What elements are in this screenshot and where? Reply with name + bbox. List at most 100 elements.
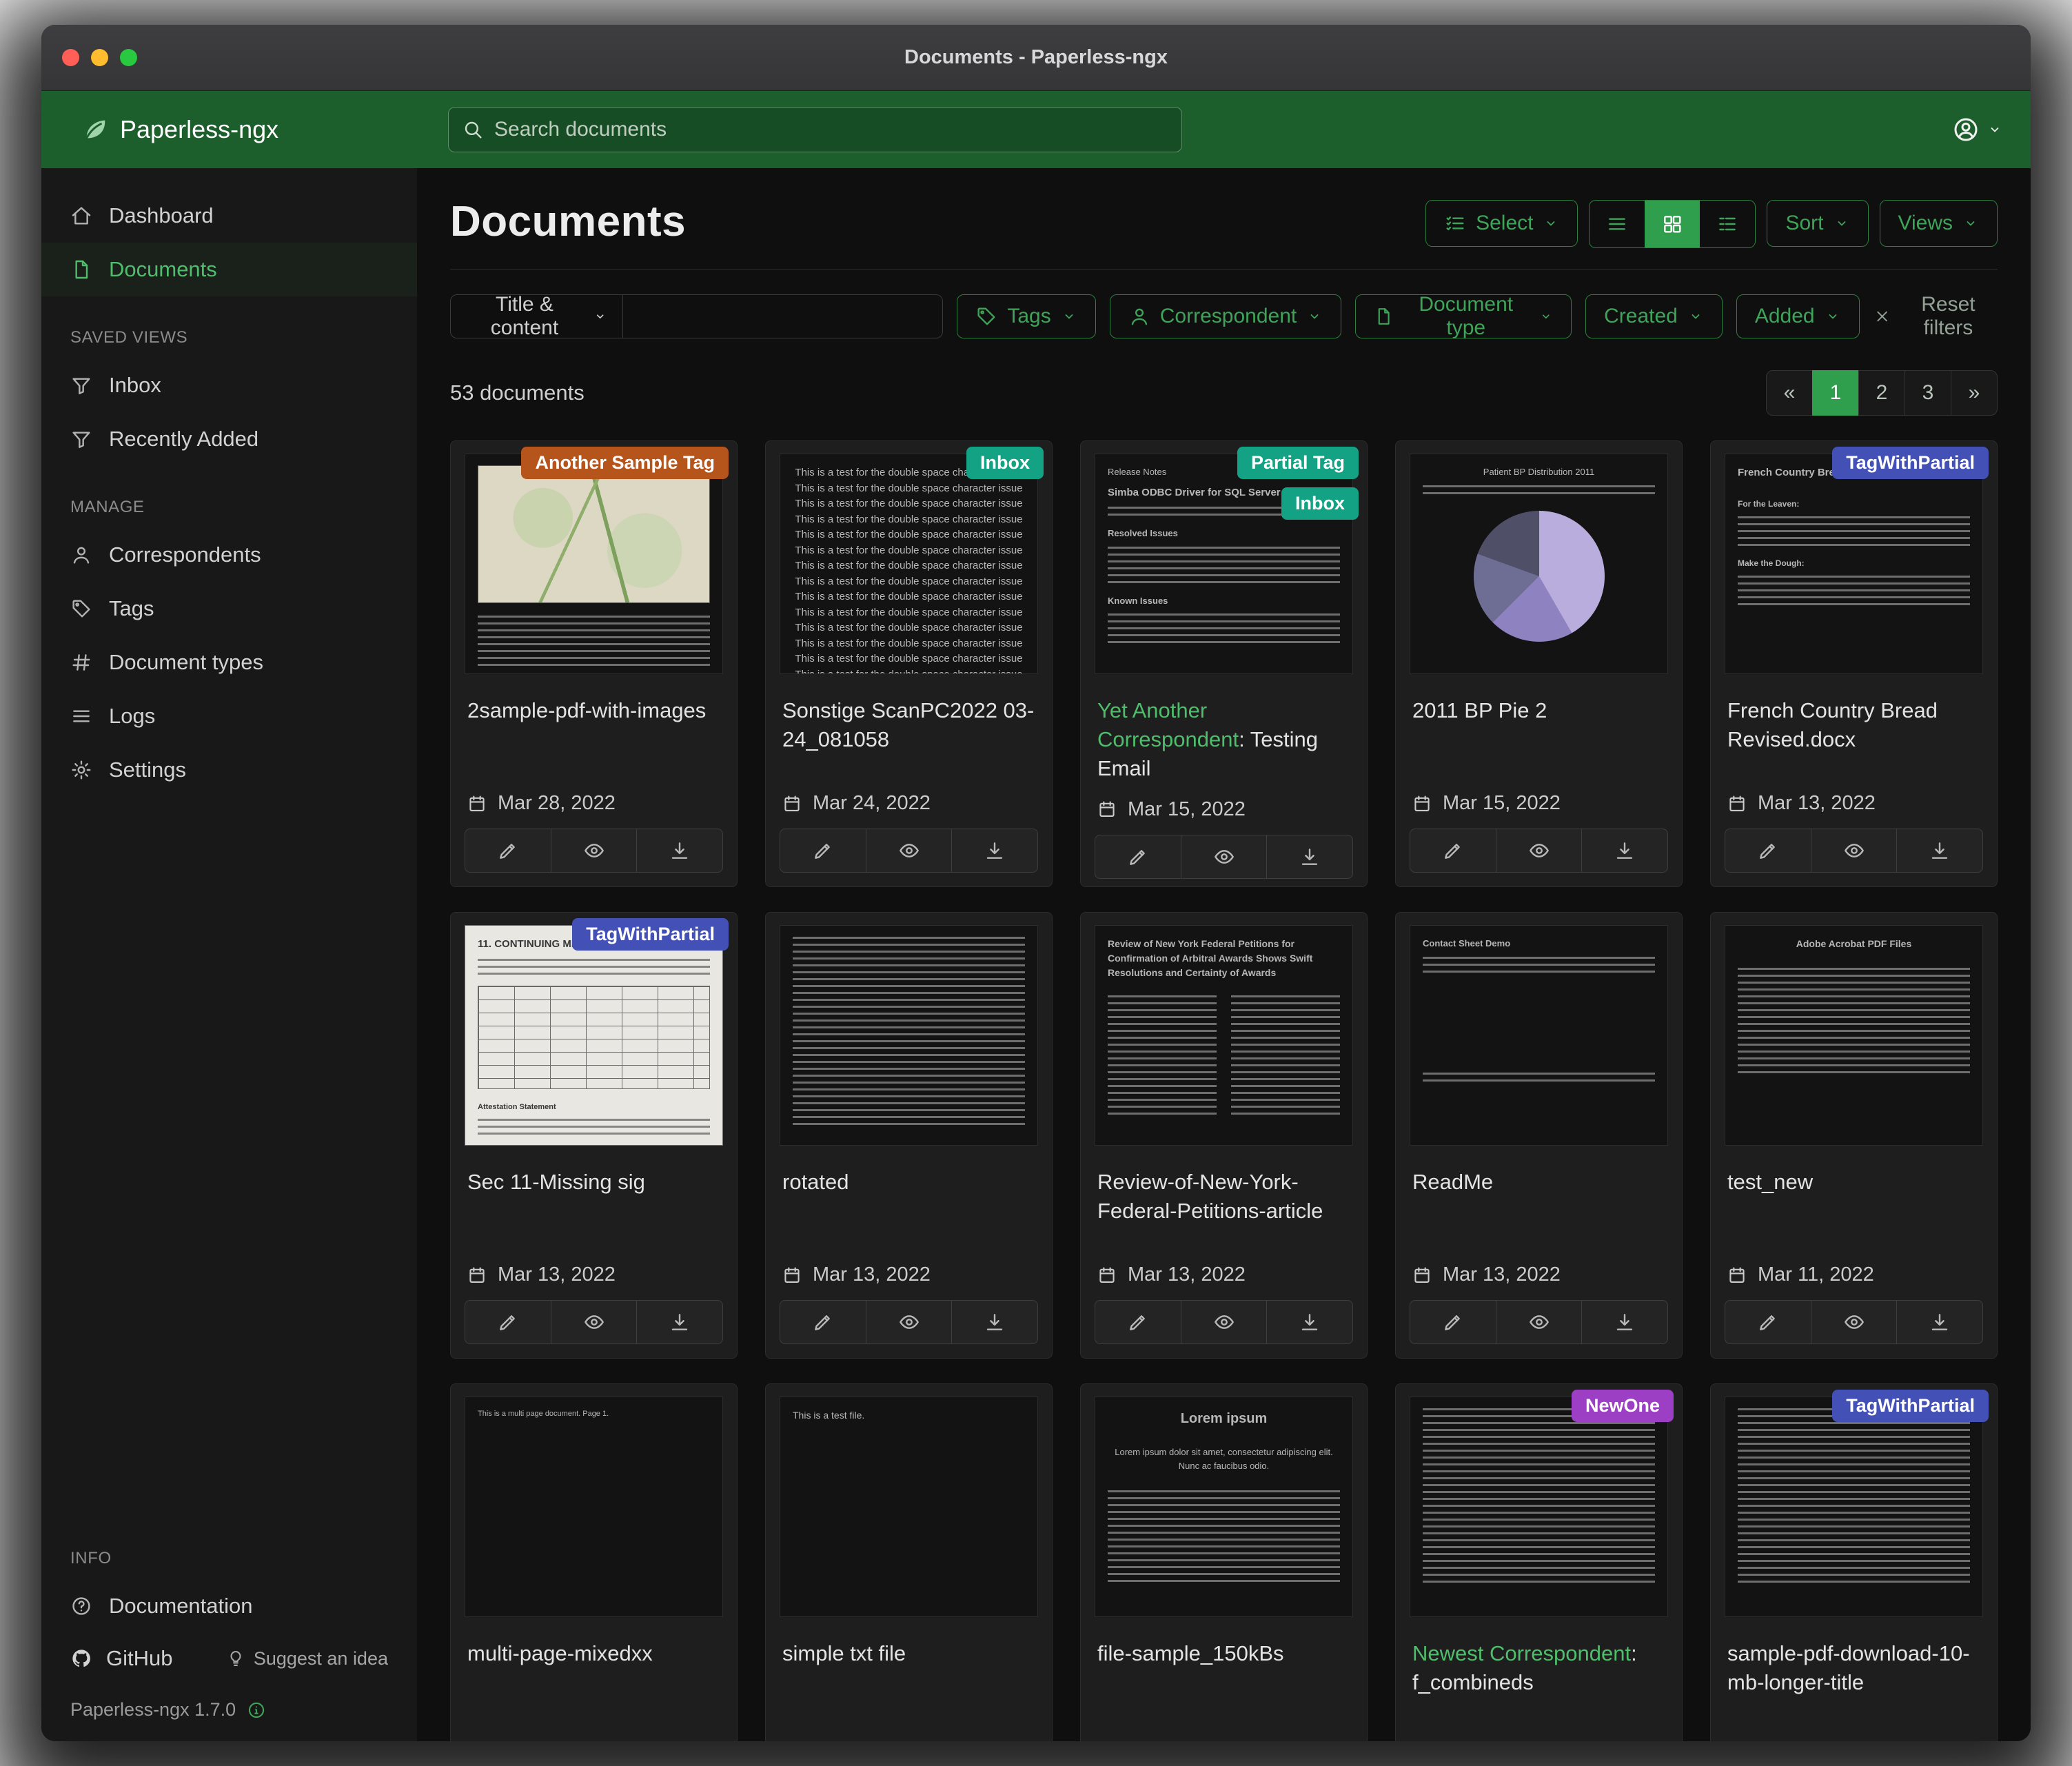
document-card[interactable]: TagWithPartial 11. CONTINUING MEDICAL ED…	[450, 912, 738, 1359]
download-document-button[interactable]	[636, 829, 723, 873]
document-card[interactable]: TagWithPartial French Country BreadFor t…	[1710, 440, 1998, 887]
view-document-button[interactable]	[1811, 1300, 1898, 1344]
added-filter-button[interactable]: Added	[1736, 294, 1860, 338]
document-card[interactable]: Partial TagInbox Release NotesSimba ODBC…	[1080, 440, 1368, 887]
pagination-prev[interactable]: «	[1766, 370, 1813, 416]
document-card[interactable]: Another Sample Tag 2sample-pdf-with-imag…	[450, 440, 738, 887]
tags-filter-button[interactable]: Tags	[957, 294, 1095, 338]
views-button[interactable]: Views	[1880, 200, 1998, 247]
info-icon[interactable]	[247, 1701, 266, 1720]
document-card[interactable]: Review of New York Federal Petitions for…	[1080, 912, 1368, 1359]
document-card[interactable]: TagWithPartial sample-pdf-download-10-mb…	[1710, 1383, 1998, 1741]
doc-thumbnail[interactable]: Adobe Acrobat PDF Files	[1711, 913, 1997, 1158]
window-close-button[interactable]	[62, 49, 79, 66]
doc-title[interactable]: French Country Bread Revised.docx	[1727, 696, 1980, 755]
tag-badge[interactable]: Partial Tag	[1237, 447, 1359, 479]
search-input[interactable]	[448, 107, 1182, 152]
title-content-dropdown[interactable]: Title & content	[450, 294, 623, 338]
download-document-button[interactable]	[636, 1300, 723, 1344]
sort-button[interactable]: Sort	[1767, 200, 1868, 247]
window-minimize-button[interactable]	[91, 49, 108, 66]
tag-badge[interactable]: NewOne	[1572, 1390, 1674, 1422]
edit-document-button[interactable]	[465, 829, 551, 873]
doc-correspondent[interactable]: Newest Correspondent	[1412, 1641, 1631, 1665]
view-mode-list-button[interactable]	[1589, 201, 1645, 247]
edit-document-button[interactable]	[1095, 835, 1181, 879]
document-card[interactable]: This is a test file. simple txt file	[765, 1383, 1053, 1741]
doc-thumbnail[interactable]: This is a multi page document. Page 1.	[451, 1384, 737, 1630]
doc-title[interactable]: Review-of-New-York-Federal-Petitions-art…	[1097, 1168, 1350, 1227]
document-card[interactable]: Contact Sheet Demo ReadMe Mar 13, 2022	[1395, 912, 1683, 1359]
sidebar-item-tags[interactable]: Tags	[41, 582, 417, 636]
sidebar-item-logs[interactable]: Logs	[41, 689, 417, 743]
edit-document-button[interactable]	[1410, 1300, 1496, 1344]
doc-thumbnail[interactable]: Contact Sheet Demo	[1396, 913, 1682, 1158]
document-card[interactable]: rotated Mar 13, 2022	[765, 912, 1053, 1359]
doc-title[interactable]: 2sample-pdf-with-images	[467, 696, 720, 755]
view-mode-details-button[interactable]	[1700, 201, 1755, 247]
document-card[interactable]: Lorem ipsumLorem ipsum dolor sit amet, c…	[1080, 1383, 1368, 1741]
correspondent-filter-button[interactable]: Correspondent	[1110, 294, 1341, 338]
select-button[interactable]: Select	[1425, 200, 1578, 247]
doc-thumbnail[interactable]: This is a test file.	[766, 1384, 1052, 1630]
edit-document-button[interactable]	[1410, 829, 1496, 873]
download-document-button[interactable]	[1896, 1300, 1983, 1344]
sidebar-item-dashboard[interactable]: Dashboard	[41, 189, 417, 243]
sidebar-item-inbox[interactable]: Inbox	[41, 358, 417, 412]
suggest-idea-link[interactable]: Suggest an idea	[226, 1648, 388, 1669]
sidebar-item-recently-added[interactable]: Recently Added	[41, 412, 417, 466]
download-document-button[interactable]	[1581, 1300, 1668, 1344]
download-document-button[interactable]	[1896, 829, 1983, 873]
sidebar-item-document-types[interactable]: Document types	[41, 636, 417, 689]
view-document-button[interactable]	[866, 1300, 953, 1344]
pagination-next[interactable]: »	[1951, 370, 1998, 416]
view-document-button[interactable]	[866, 829, 953, 873]
pagination-page-3[interactable]: 3	[1905, 370, 1951, 416]
doc-thumbnail[interactable]: Review of New York Federal Petitions for…	[1081, 913, 1367, 1158]
pagination-page-1[interactable]: 1	[1812, 370, 1859, 416]
tag-badge[interactable]: Another Sample Tag	[521, 447, 729, 479]
doc-title[interactable]: rotated	[782, 1168, 1035, 1227]
view-document-button[interactable]	[1181, 1300, 1268, 1344]
doc-title[interactable]: test_new	[1727, 1168, 1980, 1227]
doc-title[interactable]: sample-pdf-download-10-mb-longer-title	[1727, 1639, 1980, 1698]
tag-badge[interactable]: Inbox	[1281, 487, 1359, 520]
doc-correspondent[interactable]: Yet Another Correspondent	[1097, 698, 1239, 751]
doc-title[interactable]: 2011 BP Pie 2	[1412, 696, 1665, 755]
document-card[interactable]: This is a multi page document. Page 1. m…	[450, 1383, 738, 1741]
created-filter-button[interactable]: Created	[1585, 294, 1723, 338]
sidebar-item-settings[interactable]: Settings	[41, 743, 417, 797]
user-menu[interactable]	[1952, 116, 2003, 143]
tag-badge[interactable]: TagWithPartial	[1832, 1390, 1989, 1422]
doc-thumbnail[interactable]	[766, 913, 1052, 1158]
download-document-button[interactable]	[951, 829, 1038, 873]
view-document-button[interactable]	[1496, 1300, 1583, 1344]
app-brand[interactable]: Paperless-ngx	[81, 115, 448, 144]
doc-title[interactable]: multi-page-mixedxx	[467, 1639, 720, 1698]
doc-title[interactable]: Newest Correspondent: f_combineds	[1412, 1639, 1665, 1698]
edit-document-button[interactable]	[780, 829, 866, 873]
edit-document-button[interactable]	[465, 1300, 551, 1344]
view-document-button[interactable]	[1496, 829, 1583, 873]
window-zoom-button[interactable]	[120, 49, 137, 66]
view-document-button[interactable]	[551, 829, 638, 873]
title-content-input[interactable]	[623, 294, 943, 338]
edit-document-button[interactable]	[1095, 1300, 1181, 1344]
sidebar-item-documentation[interactable]: Documentation	[41, 1579, 417, 1633]
download-document-button[interactable]	[1581, 829, 1668, 873]
download-document-button[interactable]	[951, 1300, 1038, 1344]
view-mode-grid-button[interactable]	[1645, 201, 1700, 247]
document-card[interactable]: Inbox This is a test for the double spac…	[765, 440, 1053, 887]
edit-document-button[interactable]	[780, 1300, 866, 1344]
tag-badge[interactable]: TagWithPartial	[1832, 447, 1989, 479]
document-card[interactable]: NewOne Newest Correspondent: f_combineds	[1395, 1383, 1683, 1741]
view-document-button[interactable]	[1181, 835, 1268, 879]
sidebar-item-documents[interactable]: Documents	[41, 243, 417, 296]
edit-document-button[interactable]	[1725, 1300, 1811, 1344]
doc-title[interactable]: Yet Another Correspondent: Testing Email	[1097, 696, 1350, 783]
doc-thumbnail[interactable]: Lorem ipsumLorem ipsum dolor sit amet, c…	[1081, 1384, 1367, 1630]
tag-badge[interactable]: TagWithPartial	[572, 918, 729, 951]
doc-title[interactable]: file-sample_150kBs	[1097, 1639, 1350, 1698]
edit-document-button[interactable]	[1725, 829, 1811, 873]
download-document-button[interactable]	[1266, 1300, 1353, 1344]
